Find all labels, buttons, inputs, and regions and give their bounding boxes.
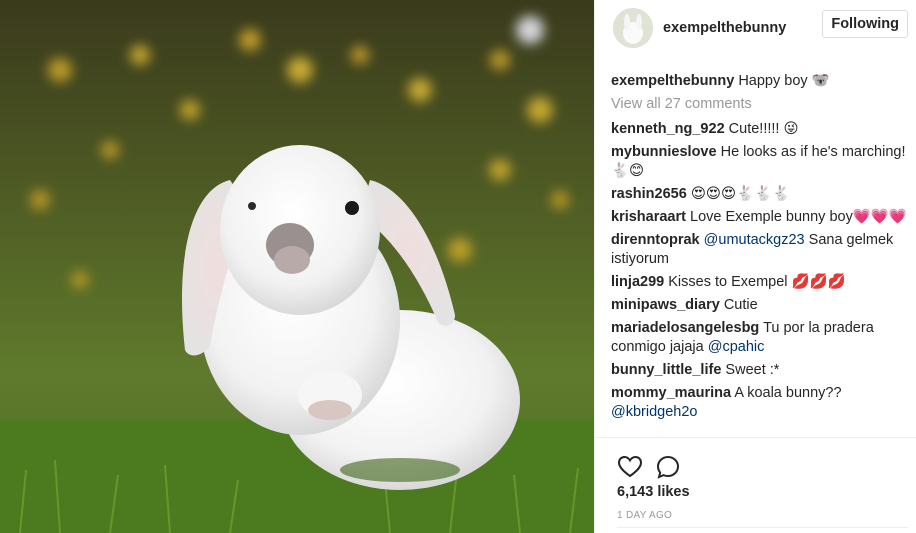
comment-bubble-icon[interactable] [655, 454, 681, 480]
view-all-comments-link[interactable]: View all 27 comments [611, 95, 910, 114]
comment-mention[interactable]: @cpahic [708, 339, 765, 355]
comment-username[interactable]: mariadelosangelesbg [611, 320, 759, 336]
comment: mybunnieslove He looks as if he's marchi… [611, 143, 910, 181]
comment: minipaws_diary Cutie [611, 296, 910, 315]
comment: rashin2656 😍😍😍🐇🐇🐇 [611, 185, 910, 204]
post-timestamp[interactable]: 1 DAY AGO [617, 510, 672, 521]
comment-username[interactable]: bunny_little_life [611, 362, 721, 378]
comment-username[interactable]: mybunnieslove [611, 144, 717, 160]
comment-text: Kisses to Exempel 💋💋💋 [668, 274, 846, 290]
comment-text: A koala bunny?? [734, 385, 842, 401]
divider [617, 527, 908, 528]
bunny-avatar-icon [614, 9, 652, 47]
comment-text: Cute!!!!! 😜 [728, 121, 799, 137]
comment: kenneth_ng_922 Cute!!!!! 😜 [611, 120, 910, 139]
comment-username[interactable]: minipaws_diary [611, 297, 720, 313]
comment: mariadelosangelesbg Tu por la pradera co… [611, 319, 910, 357]
comment-username[interactable]: kenneth_ng_922 [611, 121, 725, 137]
bunny-photo-image [0, 0, 594, 533]
post-footer: 6,143 likes 1 DAY AGO [595, 437, 916, 528]
comment-username[interactable]: mommy_maurina [611, 385, 731, 401]
caption: exempelthebunny Happy boy 🐨 [611, 72, 910, 91]
post-photo[interactable] [0, 0, 594, 533]
header-username[interactable]: exempelthebunny [663, 20, 786, 36]
comment-text: Sweet :* [725, 362, 780, 378]
comment-text: Cutie [723, 297, 758, 313]
caption-text: Happy boy 🐨 [738, 73, 830, 89]
comment: krisharaart Love Exemple bunny boy💗💗💗 [611, 208, 910, 227]
following-button[interactable]: Following [822, 10, 908, 38]
comment-mention[interactable]: @umutackgz23 [704, 232, 805, 248]
comment: mommy_maurina A koala bunny?? @kbridgeh2… [611, 384, 910, 422]
heart-outline-icon[interactable] [617, 454, 643, 480]
comment: direnntoprak @umutackgz23 Sana gelmek is… [611, 231, 910, 269]
caption-username[interactable]: exempelthebunny [611, 73, 734, 89]
comment-username[interactable]: rashin2656 [611, 186, 687, 202]
instagram-post: exempelthebunny Following exempelthebunn… [0, 0, 916, 533]
comment: bunny_little_life Sweet :* [611, 361, 910, 380]
comments-list: exempelthebunny Happy boy 🐨 View all 27 … [611, 72, 910, 426]
comment-username[interactable]: krisharaart [611, 209, 686, 225]
likes-count[interactable]: 6,143 likes [617, 484, 690, 500]
post-sidebar: exempelthebunny Following exempelthebunn… [594, 0, 916, 533]
action-icons [617, 454, 681, 480]
avatar[interactable] [613, 8, 653, 48]
comment: linja299 Kisses to Exempel 💋💋💋 [611, 273, 910, 292]
post-header: exempelthebunny Following [595, 0, 916, 56]
comment-mention[interactable]: @kbridgeh2o [611, 404, 697, 420]
comment-text: Love Exemple bunny boy💗💗💗 [690, 209, 907, 225]
comment-username[interactable]: direnntoprak [611, 232, 700, 248]
comment-username[interactable]: linja299 [611, 274, 664, 290]
comment-text: 😍😍😍🐇🐇🐇 [690, 186, 791, 202]
